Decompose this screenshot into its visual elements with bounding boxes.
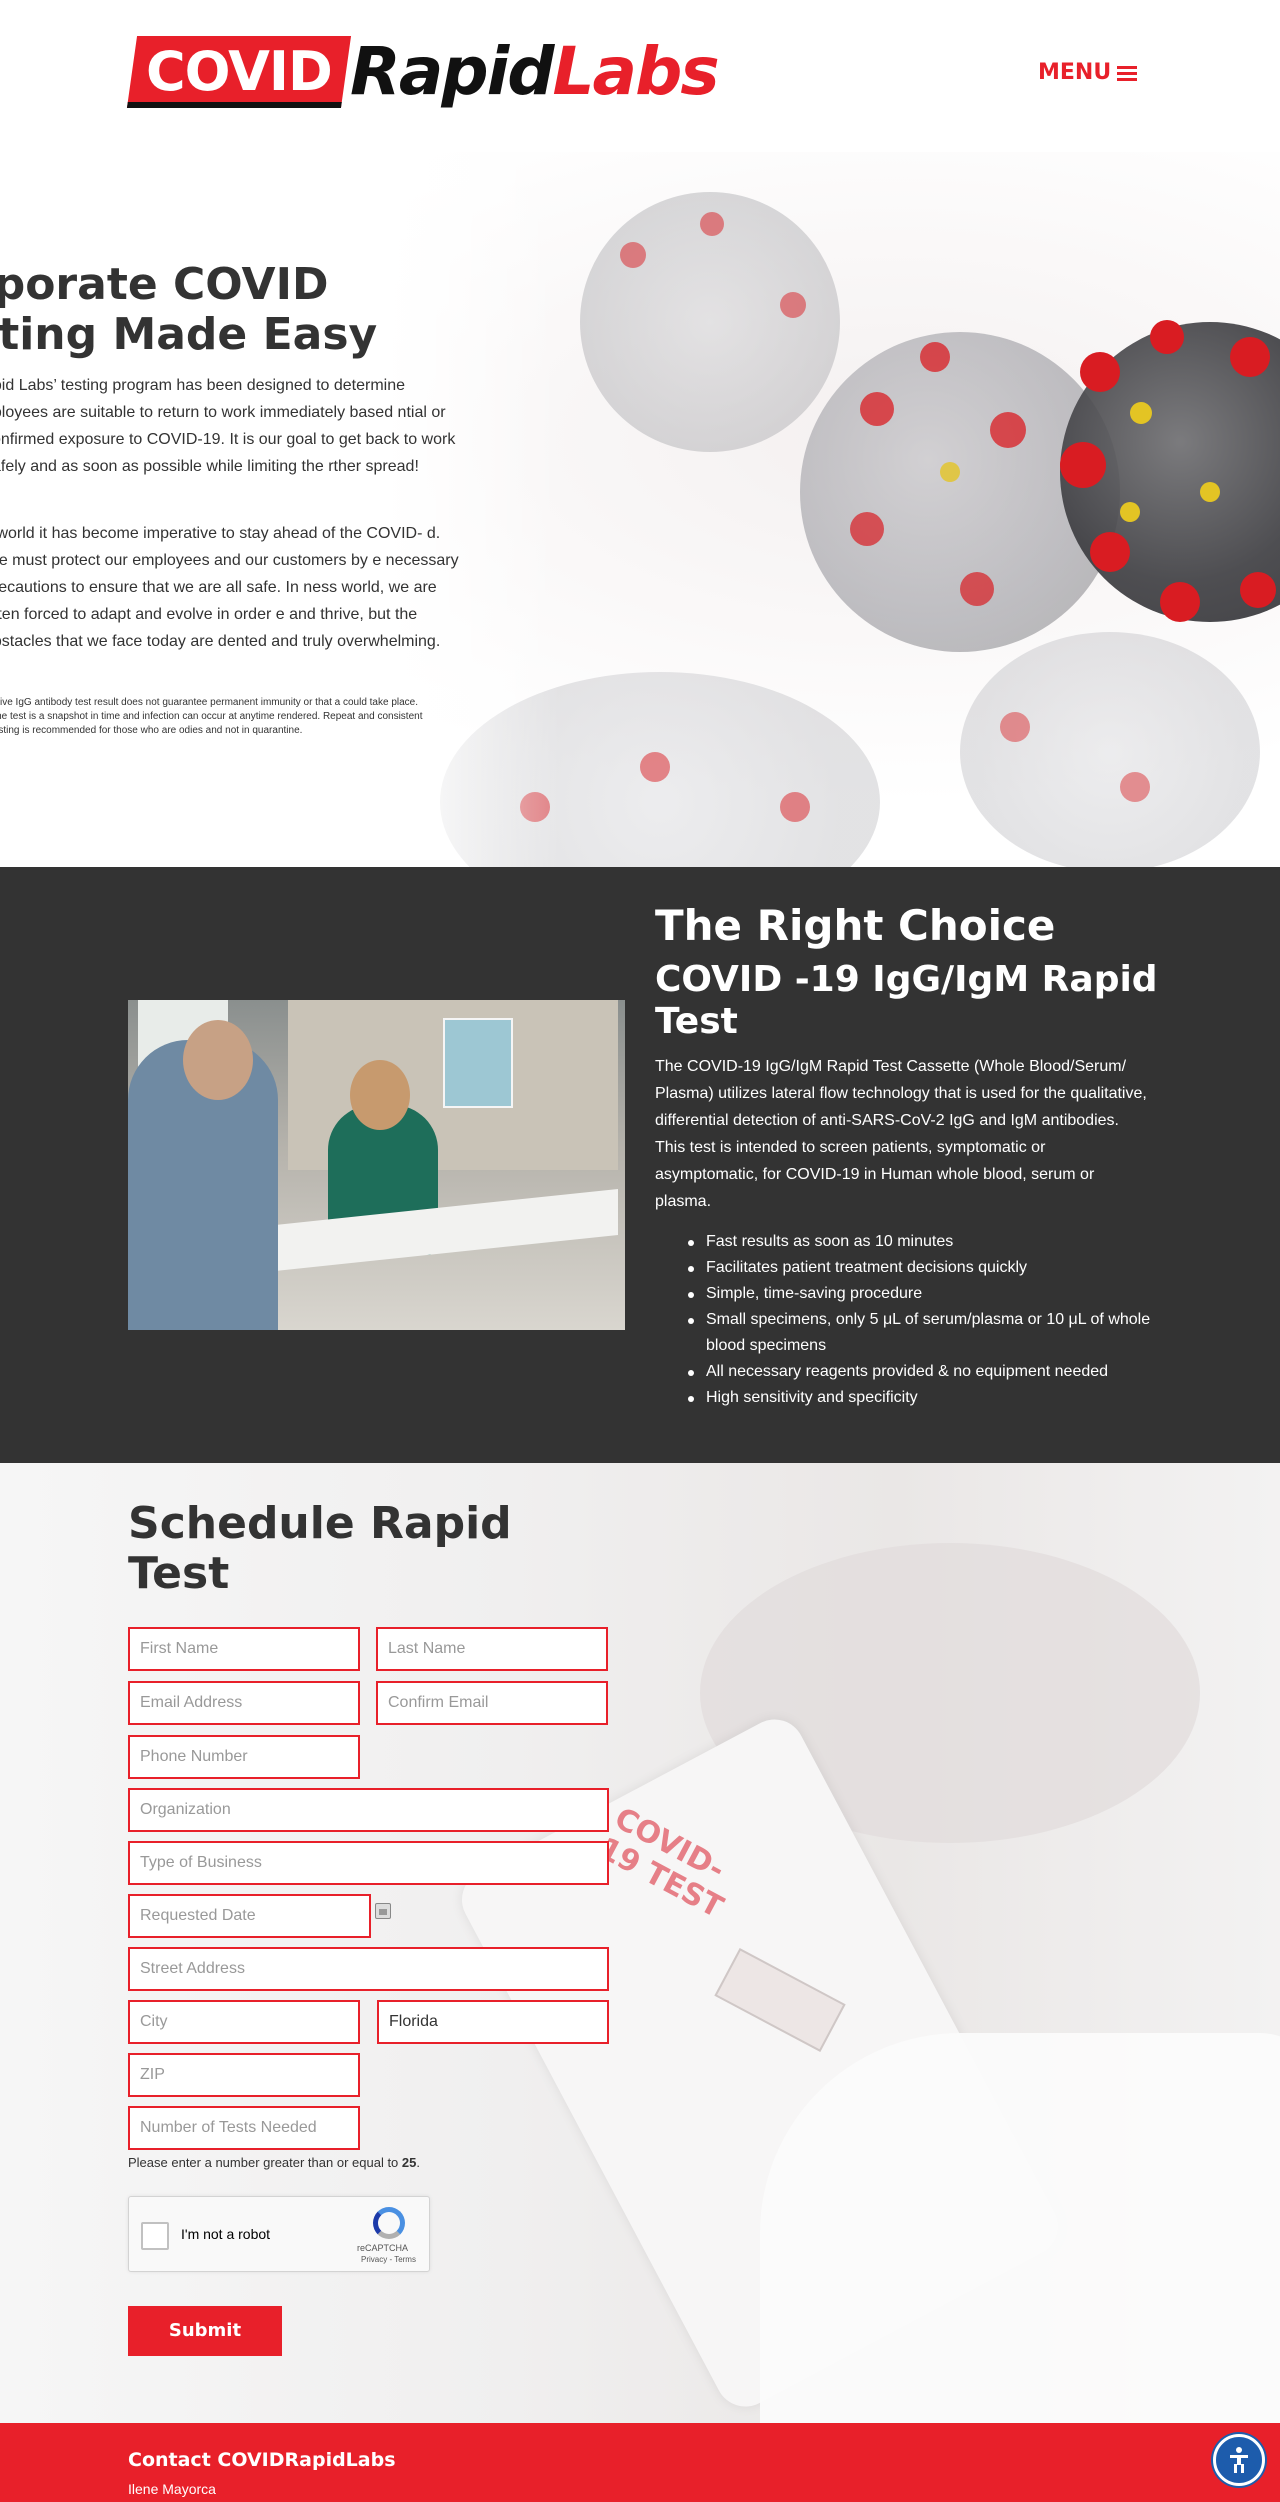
recaptcha-icon	[373, 2207, 405, 2239]
site-logo[interactable]: COVID RapidLabs	[126, 30, 743, 120]
number-of-tests-field[interactable]: Number of Tests Needed	[128, 2106, 360, 2150]
photo-man-head	[183, 1020, 253, 1100]
footer-title: Contact COVIDRapidLabs	[128, 2449, 396, 2471]
feature-item: Simple, time-saving procedure	[688, 1281, 1166, 1307]
site-header: COVID RapidLabs MENU	[0, 0, 1280, 152]
state-select[interactable]: Florida	[377, 2000, 609, 2044]
requested-date-field[interactable]: Requested Date	[128, 1894, 371, 1938]
photo-board	[443, 1018, 513, 1108]
feature-item: All necessary reagents provided & no equ…	[688, 1359, 1166, 1385]
recaptcha-widget: I'm not a robot reCAPTCHA Privacy - Term…	[128, 2196, 430, 2272]
business-type-field[interactable]: Type of Business	[128, 1841, 609, 1885]
hero-section: rporate COVID sting Made Easy apid Labs’…	[0, 152, 1280, 867]
right-choice-section: The Right Choice COVID -19 IgG/IgM Rapid…	[0, 867, 1280, 1463]
virus-spike	[1240, 572, 1276, 608]
menu-label: MENU	[1038, 60, 1112, 85]
virus-spike	[1060, 442, 1106, 488]
site-footer: Contact COVIDRapidLabs Ilene Mayorca	[0, 2423, 1280, 2502]
feature-item: Small specimens, only 5 μL of serum/plas…	[688, 1307, 1166, 1359]
logo-covid-text: COVID	[146, 40, 333, 103]
calendar-icon[interactable]	[375, 1903, 391, 1919]
virus-spike	[990, 412, 1026, 448]
rapid-test-description: The COVID-19 IgG/IgM Rapid Test Cassette…	[655, 1058, 1147, 1210]
schedule-title: Schedule Rapid Test	[128, 1498, 512, 1599]
hero-disclaimer: sitive IgG antibody test result does not…	[0, 697, 423, 736]
feature-item: High sensitivity and specificity	[688, 1385, 1166, 1411]
hint-suffix: .	[416, 2155, 420, 2170]
submit-button[interactable]: Submit	[128, 2306, 282, 2356]
virus-spike	[1090, 532, 1130, 572]
tests-hint: Please enter a number greater than or eq…	[128, 2155, 420, 2170]
hero-title-line-1: rporate COVID	[0, 259, 329, 310]
virus-spike	[1130, 402, 1152, 424]
virus-spike	[1080, 352, 1120, 392]
feature-item: Fast results as soon as 10 minutes	[688, 1229, 1166, 1255]
first-name-field[interactable]: First Name	[128, 1627, 360, 1671]
recaptcha-checkbox[interactable]	[141, 2222, 169, 2250]
hero-title: rporate COVID sting Made Easy	[0, 260, 492, 360]
features-list: Fast results as soon as 10 minutes Facil…	[688, 1229, 1166, 1411]
accessibility-icon	[1230, 2447, 1248, 2473]
virus-spike	[1160, 582, 1200, 622]
street-address-field[interactable]: Street Address	[128, 1947, 609, 1991]
zip-field[interactable]: ZIP	[128, 2053, 360, 2097]
virus-spike	[1120, 502, 1140, 522]
recaptcha-terms-link[interactable]: Privacy - Terms	[361, 2255, 416, 2264]
virus-spike	[960, 572, 994, 606]
accessibility-button[interactable]	[1213, 2434, 1265, 2486]
virus-spike	[640, 752, 670, 782]
virus-spike	[940, 462, 960, 482]
footer-contact-name: Ilene Mayorca	[128, 2481, 216, 2497]
virus-spike	[620, 242, 646, 268]
virus-spike	[920, 342, 950, 372]
virus-image-far-2	[960, 632, 1260, 867]
logo-rapid-text: Rapid	[350, 33, 554, 110]
hero-paragraph-1: apid Labs’ testing program has been desi…	[0, 377, 456, 475]
virus-spike	[1230, 337, 1270, 377]
hint-prefix: Please enter a number greater than or eq…	[128, 2155, 402, 2170]
last-name-field[interactable]: Last Name	[376, 1627, 608, 1671]
hero-paragraph-2: s world it has become imperative to stay…	[0, 525, 459, 650]
city-field[interactable]: City	[128, 2000, 360, 2044]
right-choice-title: The Right Choice	[655, 901, 1056, 950]
organization-field[interactable]: Organization	[128, 1788, 609, 1832]
recaptcha-brand: reCAPTCHA	[357, 2243, 409, 2253]
feature-item: Facilitates patient treatment decisions …	[688, 1255, 1166, 1281]
virus-spike	[780, 792, 810, 822]
logo-labs-text: Labs	[552, 33, 719, 110]
virus-spike	[1000, 712, 1030, 742]
gloved-hand-image	[760, 2033, 1280, 2423]
email-field[interactable]: Email Address	[128, 1681, 360, 1725]
virus-spike	[860, 392, 894, 426]
photo-woman-head	[350, 1060, 410, 1130]
virus-spike	[1200, 482, 1220, 502]
hint-value: 25	[401, 2155, 417, 2170]
consultation-photo	[128, 1000, 625, 1330]
virus-spike	[780, 292, 806, 318]
menu-button[interactable]: MENU	[1038, 60, 1138, 85]
virus-spike	[1150, 320, 1184, 354]
rapid-test-title: COVID -19 IgG/IgM Rapid Test	[655, 959, 1158, 1042]
recaptcha-label: I'm not a robot	[181, 2226, 271, 2242]
hamburger-icon	[1117, 65, 1138, 81]
confirm-email-field[interactable]: Confirm Email	[376, 1681, 608, 1725]
logo-rapidlabs-text: RapidLabs	[350, 30, 720, 114]
virus-spike	[700, 212, 724, 236]
virus-spike	[1120, 772, 1150, 802]
schedule-section: COVID-19 TEST Schedule Rapid Test First …	[0, 1463, 1280, 2423]
virus-spike	[850, 512, 884, 546]
hero-title-line-2: sting Made Easy	[0, 309, 378, 360]
phone-field[interactable]: Phone Number	[128, 1735, 360, 1779]
